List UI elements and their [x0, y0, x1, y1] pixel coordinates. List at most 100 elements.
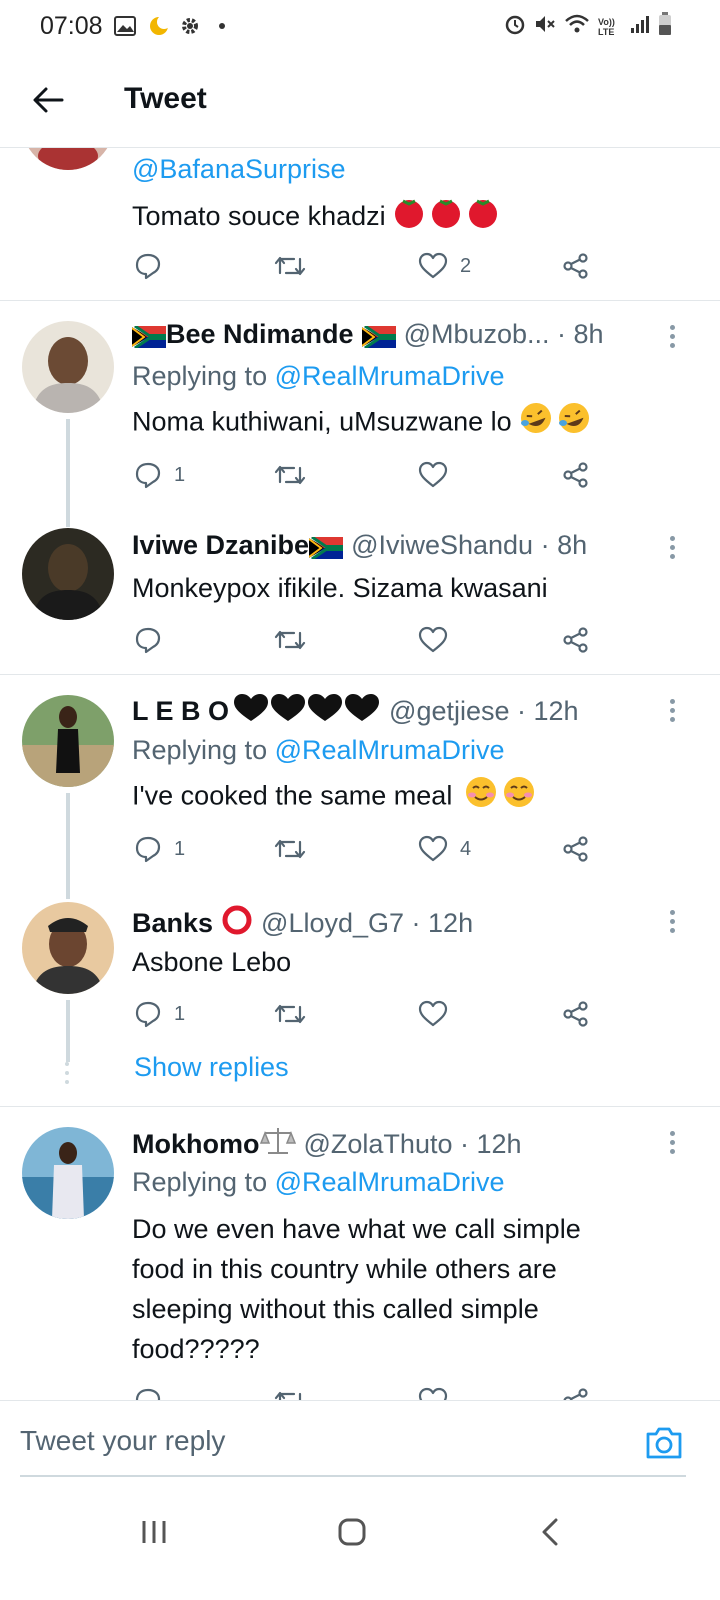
notification-dot-icon — [218, 14, 226, 38]
like-button[interactable] — [418, 1385, 448, 1400]
more-icon[interactable] — [662, 695, 682, 725]
retweet-button[interactable] — [274, 998, 318, 1030]
avatar[interactable] — [22, 528, 114, 620]
tweet-text-line: food in this country while others are — [132, 1254, 557, 1284]
reply-button[interactable]: 1 — [134, 459, 185, 491]
tweet-text: Do we even have what we call simple food… — [132, 1209, 672, 1369]
retweet-button[interactable] — [274, 624, 318, 656]
handle-and-time: @ZolaThuto · 12h — [303, 1129, 522, 1159]
divider — [0, 1106, 720, 1107]
reply-input-underline — [20, 1475, 686, 1477]
replying-to: Replying to @RealMrumaDrive — [132, 361, 505, 392]
share-button[interactable] — [562, 998, 590, 1030]
retweet-button[interactable] — [274, 459, 318, 491]
reply-button[interactable]: 1 — [134, 998, 185, 1030]
handle-and-time: @Lloyd_G7 · 12h — [261, 908, 474, 938]
replying-to: Replying to @RealMrumaDrive — [132, 1167, 505, 1198]
reply-button[interactable]: 1 — [134, 833, 185, 865]
reply-button[interactable] — [134, 250, 174, 282]
share-button[interactable] — [562, 250, 590, 282]
replying-to-mention[interactable]: @RealMrumaDrive — [275, 1167, 505, 1197]
gallery-icon — [114, 14, 136, 38]
more-icon[interactable] — [662, 906, 682, 936]
display-name[interactable]: Iviwe Dzanibe — [132, 530, 309, 561]
share-icon — [563, 836, 588, 862]
thread-line — [66, 419, 70, 527]
replying-to-mention[interactable]: @RealMrumaDrive — [275, 735, 505, 765]
back-arrow-icon — [33, 87, 64, 113]
more-icon[interactable] — [662, 321, 682, 351]
tweet-header: L E B O @getjiese · 12h — [132, 693, 579, 730]
reply-count: 1 — [174, 1002, 186, 1025]
like-button[interactable]: 2 — [418, 250, 471, 282]
back-button[interactable] — [28, 80, 68, 120]
share-button[interactable] — [562, 833, 590, 865]
reply-input[interactable]: Tweet your reply — [20, 1425, 225, 1457]
share-icon — [563, 627, 588, 653]
reply-button[interactable] — [134, 624, 174, 656]
recent-apps-icon — [142, 1521, 166, 1543]
home-button[interactable] — [332, 1512, 372, 1552]
tweet-actions: 2 — [132, 250, 602, 282]
retweet-icon — [274, 1391, 302, 1400]
more-icon[interactable] — [662, 1127, 682, 1157]
reply-button[interactable] — [134, 1385, 162, 1400]
settings-gear-icon — [180, 14, 200, 38]
retweet-icon — [274, 630, 306, 650]
display-name[interactable]: Bee Ndimande — [166, 319, 354, 350]
display-name[interactable]: Banks — [132, 908, 213, 939]
camera-icon[interactable] — [644, 1425, 684, 1461]
like-button[interactable] — [418, 624, 460, 656]
retweet-button[interactable] — [274, 1385, 306, 1400]
tweet-header: Bee Ndimande @Mbuzob... · 8h — [131, 319, 604, 350]
tweet-text-line: Do we even have what we call simple — [132, 1214, 581, 1244]
recent-apps-button[interactable] — [134, 1512, 174, 1552]
avatar[interactable] — [22, 1127, 114, 1219]
comment-icon — [135, 253, 161, 280]
avatar[interactable] — [22, 321, 114, 413]
retweet-button[interactable] — [274, 833, 318, 865]
display-name[interactable]: Mokhomo — [132, 1129, 260, 1160]
divider — [0, 300, 720, 301]
reply-mention[interactable]: @BafanaSurprise — [132, 154, 346, 185]
tweet-text-line: food????? — [132, 1334, 260, 1364]
avatar[interactable] — [22, 695, 114, 787]
retweet-button[interactable] — [274, 250, 318, 282]
alarm-icon — [504, 13, 526, 40]
tweet-header: Mokhomo @ZolaThuto · 12h — [132, 1125, 522, 1164]
share-button[interactable] — [562, 1385, 590, 1400]
avatar[interactable] — [22, 148, 114, 170]
tweet-actions: 1 4 — [132, 833, 602, 865]
tweet-feed[interactable]: @BafanaSurprise Tomato souce khadzi 2 Be… — [0, 148, 720, 1400]
status-time: 07:08 — [40, 12, 103, 40]
retweet-icon — [274, 1004, 306, 1024]
handle-and-time: @getjiese · 12h — [389, 696, 579, 726]
show-replies-link[interactable]: Show replies — [134, 1052, 289, 1083]
smiling-blush-emoji — [464, 775, 540, 820]
tweet-text: I've cooked the same meal — [132, 775, 672, 820]
retweet-icon — [274, 839, 306, 859]
like-button[interactable] — [418, 459, 460, 491]
share-button[interactable] — [562, 624, 590, 656]
replying-to-label: Replying to — [132, 1167, 275, 1197]
like-button[interactable]: 4 — [418, 833, 471, 865]
display-name[interactable]: L E B O — [132, 696, 229, 727]
heart-icon — [418, 626, 448, 653]
back-nav-button[interactable] — [530, 1512, 570, 1552]
more-icon[interactable] — [662, 532, 682, 562]
thread-dots — [64, 1062, 70, 1084]
share-button[interactable] — [562, 459, 590, 491]
replying-to: Replying to @RealMrumaDrive — [132, 735, 505, 766]
replying-to-mention[interactable]: @RealMrumaDrive — [275, 361, 505, 391]
like-button[interactable] — [418, 998, 460, 1030]
tweet-header: Iviwe Dzanibe @IviweShandu · 8h — [132, 530, 587, 561]
avatar[interactable] — [22, 902, 114, 994]
handle-and-time: @Mbuzob... · 8h — [403, 319, 604, 349]
reply-composer[interactable]: Tweet your reply — [0, 1400, 720, 1478]
tweet-header: Banks @Lloyd_G7 · 12h — [132, 904, 473, 943]
like-count: 4 — [460, 837, 472, 860]
tweet-text: Noma kuthiwani, uMsuzwane lo — [132, 401, 672, 446]
rofl-emoji — [519, 401, 595, 446]
comment-icon — [135, 627, 161, 654]
black-hearts-emoji — [233, 693, 381, 730]
